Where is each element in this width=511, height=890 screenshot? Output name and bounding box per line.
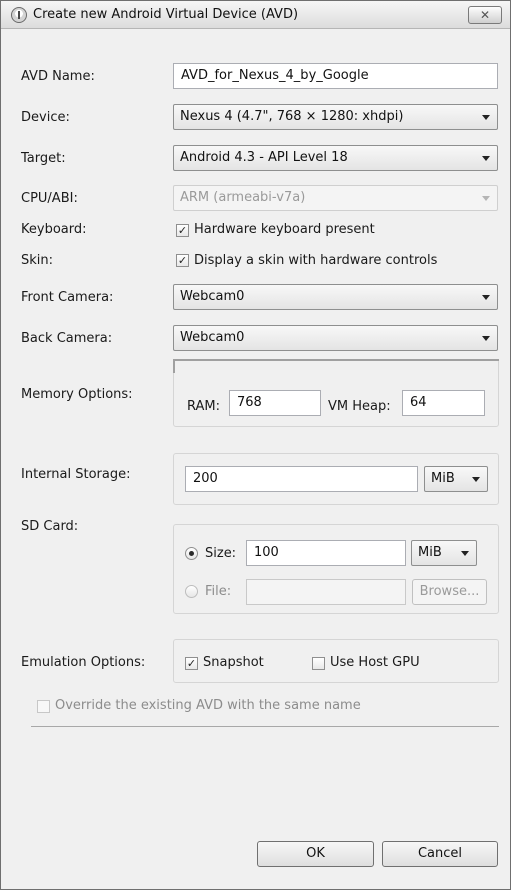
target-select-value: Android 4.3 - API Level 18 [180, 150, 348, 165]
memory-group-frame [173, 359, 499, 373]
device-select[interactable]: Nexus 4 (4.7", 768 × 1280: xhdpi) [173, 104, 498, 130]
use-host-gpu-checkbox[interactable] [312, 657, 325, 670]
front-camera-select[interactable]: Webcam0 [173, 284, 498, 310]
window-title: Create new Android Virtual Device (AVD) [33, 7, 299, 22]
sd-size-unit-select[interactable]: MiB [411, 540, 477, 566]
sd-size-radio[interactable] [185, 547, 198, 560]
memory-options-label: Memory Options: [21, 387, 133, 402]
emulation-options-label: Emulation Options: [21, 655, 146, 670]
cancel-button[interactable]: Cancel [382, 841, 498, 867]
vm-heap-input[interactable]: 64 [402, 390, 485, 416]
browse-button: Browse... [412, 579, 487, 605]
ok-button[interactable]: OK [257, 841, 374, 867]
sd-size-input[interactable]: 100 [246, 540, 406, 566]
internal-storage-unit-value: MiB [431, 471, 455, 486]
target-select[interactable]: Android 4.3 - API Level 18 [173, 145, 498, 171]
avd-dialog: Create new Android Virtual Device (AVD) … [0, 0, 511, 890]
avd-name-label: AVD Name: [21, 69, 95, 84]
override-avd-checkbox [37, 700, 50, 713]
internal-storage-label: Internal Storage: [21, 467, 131, 482]
target-label: Target: [21, 151, 66, 166]
chevron-down-icon [472, 477, 480, 482]
device-label: Device: [21, 110, 70, 125]
back-camera-select-value: Webcam0 [180, 330, 245, 345]
avd-name-input[interactable]: AVD_for_Nexus_4_by_Google [173, 63, 498, 89]
internal-storage-input[interactable]: 200 [185, 466, 418, 492]
display-skin-checkbox[interactable]: ✓ [176, 254, 189, 267]
front-camera-select-value: Webcam0 [180, 289, 245, 304]
display-skin-label: Display a skin with hardware controls [194, 253, 438, 268]
ram-input[interactable]: 768 [229, 390, 321, 416]
hardware-keyboard-label: Hardware keyboard present [194, 222, 375, 237]
snapshot-checkbox[interactable]: ✓ [185, 657, 198, 670]
chevron-down-icon [482, 115, 490, 120]
snapshot-label: Snapshot [203, 655, 264, 670]
use-host-gpu-label: Use Host GPU [330, 655, 420, 670]
internal-storage-unit-select[interactable]: MiB [424, 466, 488, 492]
skin-label: Skin: [21, 253, 54, 268]
android-tool-icon [11, 7, 27, 23]
sd-card-label: SD Card: [21, 519, 79, 534]
override-avd-label: Override the existing AVD with the same … [55, 698, 361, 713]
chevron-down-icon [482, 196, 490, 201]
device-select-value: Nexus 4 (4.7", 768 × 1280: xhdpi) [180, 109, 404, 124]
keyboard-label: Keyboard: [21, 222, 87, 237]
chevron-down-icon [482, 295, 490, 300]
sd-file-input [246, 579, 406, 605]
sd-size-label: Size: [205, 546, 237, 561]
separator [31, 726, 499, 727]
back-camera-label: Back Camera: [21, 331, 113, 346]
sd-file-radio[interactable] [185, 585, 198, 598]
vm-heap-label: VM Heap: [328, 399, 391, 414]
chevron-down-icon [482, 156, 490, 161]
ram-label: RAM: [187, 399, 220, 414]
hardware-keyboard-checkbox[interactable]: ✓ [176, 224, 189, 237]
sd-file-label: File: [205, 584, 232, 599]
sd-size-unit-value: MiB [418, 545, 442, 560]
chevron-down-icon [461, 551, 469, 556]
cpu-abi-label: CPU/ABI: [21, 191, 78, 206]
cpu-abi-select-value: ARM (armeabi-v7a) [180, 190, 306, 205]
title-bar: Create new Android Virtual Device (AVD) … [1, 1, 510, 29]
cpu-abi-select: ARM (armeabi-v7a) [173, 185, 498, 211]
back-camera-select[interactable]: Webcam0 [173, 325, 498, 351]
chevron-down-icon [482, 336, 490, 341]
close-button[interactable]: ✕ [468, 6, 502, 24]
front-camera-label: Front Camera: [21, 290, 114, 305]
